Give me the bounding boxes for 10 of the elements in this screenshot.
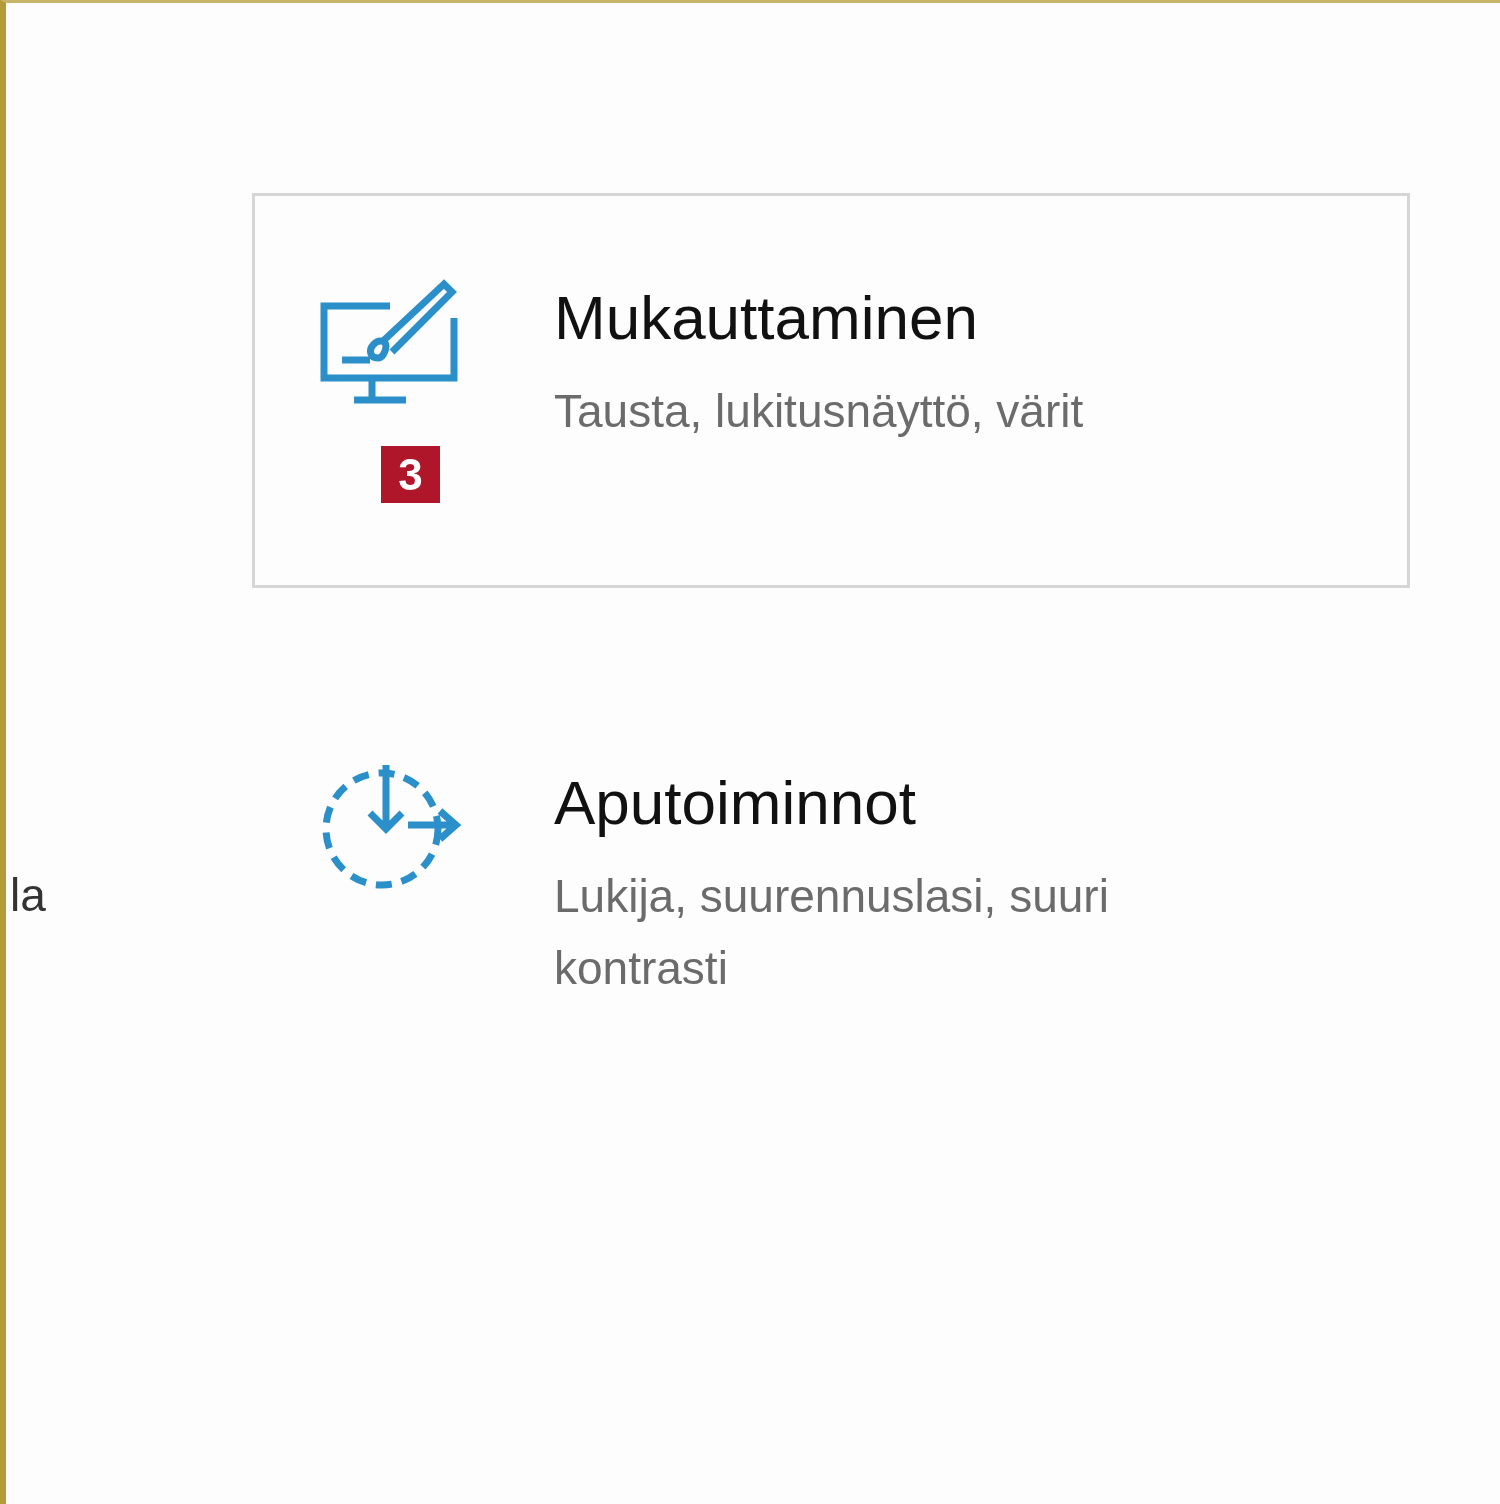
number-badge: 3 [381, 446, 440, 503]
monitor-brush-icon [320, 278, 460, 406]
cut-off-label: la [10, 869, 46, 921]
category-description: Tausta, lukitusnäyttö, värit [554, 384, 1084, 439]
settings-category[interactable]: Aputoiminnot Lukija, suurennuslasi, suuri kontrasti [252, 678, 1410, 1073]
dashed-circle-arrows-icon [320, 763, 462, 891]
settings-category[interactable]: 3 Mukauttaminen Tausta, lukitusnäyttö, värit [252, 193, 1410, 588]
category-title: Aputoiminnot [554, 767, 917, 838]
category-title: Mukauttaminen [554, 282, 979, 353]
category-description: Lukija, suurennuslasi, suuri kontrasti [554, 869, 1110, 996]
